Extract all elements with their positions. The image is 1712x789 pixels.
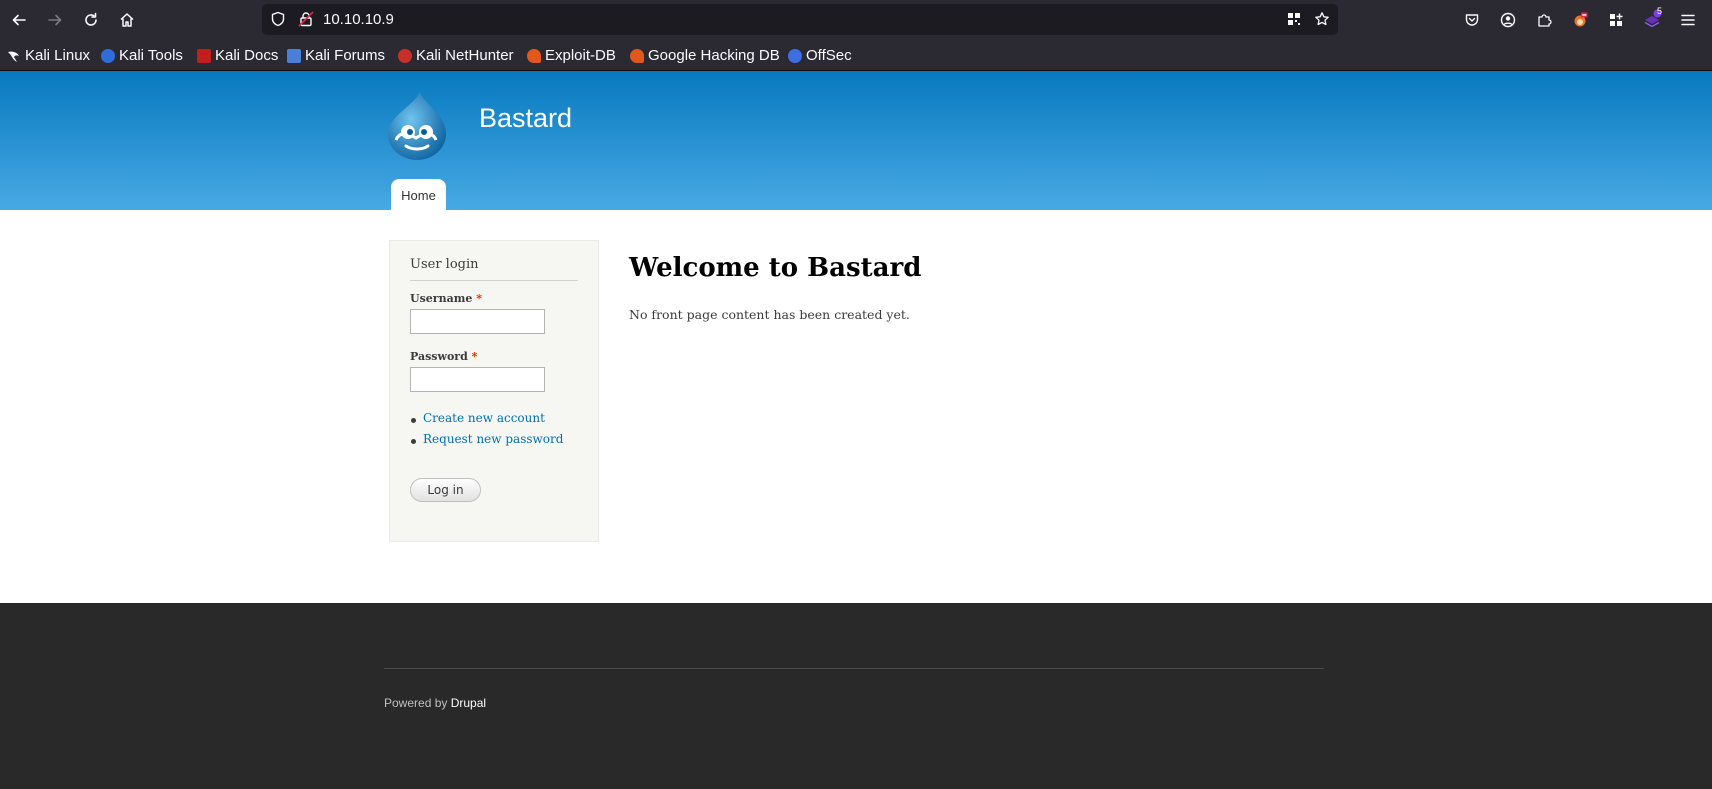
kali-docs-icon	[197, 48, 211, 63]
bookmark-offsec[interactable]: OffSec	[788, 40, 852, 71]
bullet-icon	[411, 418, 416, 423]
home-button[interactable]	[111, 4, 143, 36]
kali-nethunter-icon	[398, 48, 412, 63]
site-name[interactable]: Bastard	[479, 103, 572, 134]
url-text[interactable]: 10.10.10.9	[323, 4, 394, 35]
bookmark-label: Kali NetHunter	[416, 47, 514, 64]
home-icon	[120, 13, 134, 27]
list-item: Request new password	[410, 432, 563, 453]
insecure-lock-icon[interactable]	[298, 11, 314, 27]
foxyproxy-extension-button[interactable]	[1564, 4, 1596, 36]
bookmark-label: Kali Tools	[119, 47, 183, 64]
bullet-icon	[411, 439, 416, 444]
username-input[interactable]	[410, 309, 545, 334]
kali-dragon-icon	[8, 51, 19, 62]
bookmark-exploit-db[interactable]: Exploit-DB	[527, 40, 616, 71]
request-password-link[interactable]: Request new password	[423, 432, 563, 446]
site-header: Bastard Home	[0, 71, 1712, 210]
forward-button[interactable]	[39, 4, 71, 36]
bookmark-label: Kali Docs	[215, 47, 279, 64]
account-icon	[1500, 12, 1516, 28]
login-button[interactable]: Log in	[410, 478, 481, 502]
bookmark-kali-forums[interactable]: Kali Forums	[287, 40, 385, 71]
user-login-block: User login Username * Password * Create …	[389, 240, 599, 542]
menu-button[interactable]	[1672, 4, 1704, 36]
powered-by: Powered by Drupal	[384, 696, 486, 710]
block-title: User login	[410, 257, 578, 281]
back-button[interactable]	[3, 4, 35, 36]
password-label-text: Password	[410, 350, 468, 363]
bookmark-label: Kali Forums	[305, 47, 386, 64]
drupal-link[interactable]: Drupal	[451, 696, 486, 710]
username-label-text: Username	[410, 292, 473, 305]
wappalyzer-extension-button[interactable]: 5	[1636, 4, 1668, 36]
qr-code-icon[interactable]	[1286, 11, 1302, 27]
password-input[interactable]	[410, 367, 545, 392]
required-marker: *	[476, 292, 482, 305]
bookmark-kali-docs[interactable]: Kali Docs	[197, 40, 278, 71]
page-title: Welcome to Bastard	[629, 253, 922, 283]
bookmarks-toolbar: Kali Linux Kali Tools Kali Docs Kali For…	[0, 40, 1712, 71]
bookmark-google-hacking-db[interactable]: Google Hacking DB	[630, 40, 780, 71]
footer-divider	[384, 668, 1324, 669]
username-label: Username *	[410, 292, 482, 305]
list-item: Create new account	[410, 411, 563, 432]
tracking-shield-icon[interactable]	[270, 11, 286, 27]
bookmark-label: Kali Linux	[25, 47, 91, 64]
puzzle-icon	[1538, 14, 1552, 27]
forward-arrow-icon	[48, 14, 62, 26]
drupal-logo-icon[interactable]	[384, 90, 450, 160]
extension-badge: 5	[1657, 6, 1663, 16]
address-bar[interactable]: 10.10.10.9	[262, 4, 1338, 35]
extensions-button[interactable]	[1528, 4, 1560, 36]
tab-home[interactable]: Home	[391, 179, 446, 210]
account-button[interactable]	[1492, 4, 1524, 36]
bookmark-kali-nethunter[interactable]: Kali NetHunter	[398, 40, 514, 71]
bookmark-label: OffSec	[806, 47, 852, 64]
bookmark-label: Google Hacking DB	[648, 47, 780, 64]
pocket-button[interactable]	[1456, 4, 1488, 36]
create-account-link[interactable]: Create new account	[423, 411, 545, 425]
grid-plus-icon	[1610, 13, 1623, 26]
password-label: Password *	[410, 350, 477, 363]
exploit-db-icon	[527, 48, 541, 63]
bookmark-label: Exploit-DB	[545, 47, 616, 64]
bookmark-star-icon[interactable]	[1314, 11, 1330, 27]
kali-forums-icon	[287, 48, 301, 63]
required-marker: *	[471, 350, 478, 363]
site-footer: Powered by Drupal	[0, 603, 1712, 789]
pocket-icon	[1465, 14, 1479, 26]
add-extension-button[interactable]	[1600, 4, 1632, 36]
back-arrow-icon	[12, 14, 26, 26]
ghdb-icon	[630, 48, 644, 63]
offsec-icon	[788, 48, 802, 63]
kali-tools-icon	[101, 48, 115, 63]
browser-toolbar: 10.10.10.9 5	[0, 0, 1712, 40]
powered-by-text: Powered by	[384, 696, 448, 710]
reload-button[interactable]	[75, 4, 107, 36]
login-links: Create new account Request new password	[410, 411, 563, 453]
bookmark-kali-tools[interactable]: Kali Tools	[101, 40, 183, 71]
reload-icon	[85, 12, 97, 26]
fox-extension-icon	[1574, 12, 1588, 27]
hamburger-menu-icon	[1681, 14, 1695, 26]
front-page-message: No front page content has been created y…	[629, 307, 910, 322]
bookmark-kali-linux[interactable]: Kali Linux	[7, 40, 90, 71]
